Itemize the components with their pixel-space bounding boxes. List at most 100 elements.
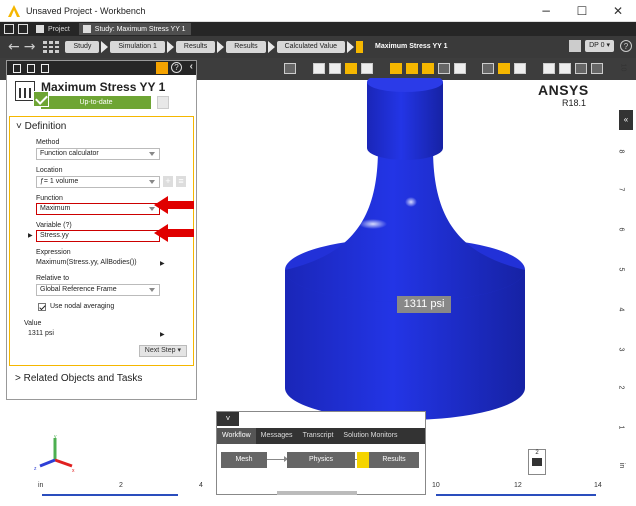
tab-project-label: Project xyxy=(48,25,70,33)
right-scale-tick: 2 xyxy=(617,385,625,390)
display-icon-2[interactable] xyxy=(498,63,510,74)
select-icon[interactable] xyxy=(313,63,325,74)
crumb-arrow-icon xyxy=(267,41,275,53)
method-dropdown[interactable]: Function calculator xyxy=(36,148,160,160)
value-expand-icon[interactable]: ▶ xyxy=(160,331,165,338)
delete-icon[interactable] xyxy=(41,63,49,73)
close-button[interactable]: ✕ xyxy=(600,0,636,22)
workflow-arrow xyxy=(267,456,288,462)
tab-project[interactable]: Project xyxy=(32,23,75,35)
crumb-label: Study xyxy=(65,41,100,53)
tab-messages[interactable]: Messages xyxy=(256,428,298,444)
tab-workflow[interactable]: Workflow xyxy=(217,428,256,444)
camera-icon-4[interactable] xyxy=(591,63,603,74)
object-title: Maximum Stress YY 1 xyxy=(41,80,166,94)
crumb-results-1[interactable]: Results xyxy=(166,41,216,53)
callout-arrow-icon xyxy=(154,224,194,242)
bottom-scale-tick: 2 xyxy=(119,482,123,489)
maximize-button[interactable]: ☐ xyxy=(564,0,600,22)
expression-expand-icon[interactable]: ▶ xyxy=(160,260,165,267)
right-scale-tick: 1 xyxy=(617,425,625,430)
bottom-scale-tick: 14 xyxy=(594,482,602,489)
select-edge-icon[interactable] xyxy=(361,63,373,74)
next-step-button[interactable]: Next Step ▾ xyxy=(138,345,187,357)
view-icon-3[interactable] xyxy=(422,63,434,74)
camera-icon-2[interactable] xyxy=(559,63,571,74)
design-points-icon[interactable] xyxy=(569,40,582,52)
nodal-averaging-checkbox[interactable] xyxy=(38,303,46,311)
result-value-label: 1311 psi xyxy=(397,296,451,313)
tab-transcript[interactable]: Transcript xyxy=(298,428,339,444)
window-icon[interactable] xyxy=(18,24,28,34)
related-objects-header[interactable]: > Related Objects and Tasks xyxy=(15,373,142,384)
relative-to-dropdown[interactable]: Global Reference Frame xyxy=(36,284,160,296)
crumb-study[interactable]: Study xyxy=(65,41,100,53)
bottom-scale-tick: 4 xyxy=(199,482,203,489)
select-face-icon[interactable] xyxy=(329,63,341,74)
toolbar-icon-1[interactable] xyxy=(284,63,296,74)
crumb-simulation[interactable]: Simulation 1 xyxy=(101,41,165,53)
workflow-node-mesh[interactable]: Mesh xyxy=(221,452,267,468)
inbox-icon xyxy=(532,458,542,466)
view-icon-4[interactable] xyxy=(438,63,450,74)
add-location-button[interactable]: + xyxy=(163,176,173,187)
workflow-scrollbar[interactable] xyxy=(277,491,357,495)
crumb-results-2[interactable]: Results xyxy=(217,41,266,53)
display-icon-1[interactable] xyxy=(482,63,494,74)
collapse-panel-icon[interactable]: ‹ xyxy=(190,61,193,72)
expand-arrow-icon[interactable]: ▶ xyxy=(28,232,33,239)
variable-input[interactable]: Stress.yy xyxy=(36,230,160,242)
dp-dropdown[interactable]: DP 0 ▾ xyxy=(585,40,614,52)
edit-location-button[interactable]: ≡ xyxy=(176,176,186,187)
view-icon-2[interactable] xyxy=(406,63,418,74)
crumb-arrow-icon xyxy=(217,41,225,53)
forward-arrow-icon[interactable]: → xyxy=(24,39,36,55)
view-icon-5[interactable] xyxy=(454,63,466,74)
method-value: Function calculator xyxy=(40,150,99,157)
help-icon[interactable]: ? xyxy=(620,40,632,52)
back-arrow-icon[interactable]: ← xyxy=(8,39,20,55)
camera-icon-1[interactable] xyxy=(543,63,555,74)
grid-view-icon[interactable] xyxy=(43,41,60,53)
relative-to-value: Global Reference Frame xyxy=(40,286,117,293)
location-value: ƒ= 1 volume xyxy=(40,178,79,185)
3d-model[interactable] xyxy=(283,78,527,420)
project-icon xyxy=(36,25,44,33)
workflow-node-results[interactable]: Results xyxy=(369,452,419,468)
display-icon-3[interactable] xyxy=(514,63,526,74)
message-count-box[interactable]: 2 xyxy=(528,449,546,475)
expression-value: Maximum(Stress.yy, AllBodies()) xyxy=(36,259,137,266)
tab-study[interactable]: Study: Maximum Stress YY 1 xyxy=(78,23,191,35)
new-icon[interactable] xyxy=(13,63,21,73)
definition-header[interactable]: ˅ Definition xyxy=(16,121,66,132)
camera-icon-3[interactable] xyxy=(575,63,587,74)
minimize-button[interactable]: − xyxy=(528,0,564,22)
function-label: Function xyxy=(36,195,63,202)
right-scale-tick: 5 xyxy=(617,267,625,272)
side-panel-toggle[interactable]: « xyxy=(619,110,633,130)
nodal-averaging-label: Use nodal averaging xyxy=(50,303,115,310)
workflow-node-physics[interactable]: Physics xyxy=(287,452,355,468)
copy-icon[interactable] xyxy=(27,63,35,73)
crumb-calculated-value[interactable]: Calculated Value xyxy=(267,41,345,53)
view-icon-1[interactable] xyxy=(390,63,402,74)
right-scale-tick: 6 xyxy=(617,227,625,232)
function-dropdown[interactable]: Maximum xyxy=(36,203,160,215)
callout-arrow-icon xyxy=(154,196,194,214)
collapse-workflow-icon[interactable]: ˅ xyxy=(217,412,239,426)
crumb-maximum-stress[interactable]: Maximum Stress YY 1 xyxy=(347,41,456,53)
lock-icon[interactable] xyxy=(157,96,169,109)
right-scale-tick: 10 xyxy=(619,63,627,72)
location-dropdown[interactable]: ƒ= 1 volume xyxy=(36,176,160,188)
crumb-label: Results xyxy=(175,41,216,53)
study-icon xyxy=(82,25,91,33)
message-count: 2 xyxy=(535,450,539,456)
related-objects-label: Related Objects and Tasks xyxy=(23,373,143,384)
menu-icon[interactable] xyxy=(4,24,14,34)
help-icon[interactable]: ? xyxy=(171,62,182,73)
tab-solution-monitors[interactable]: Solution Monitors xyxy=(338,428,402,444)
filter-icon[interactable] xyxy=(156,62,168,74)
select-body-icon[interactable] xyxy=(345,63,357,74)
yellow-marker xyxy=(356,41,363,53)
crumb-label: Simulation 1 xyxy=(110,41,165,53)
